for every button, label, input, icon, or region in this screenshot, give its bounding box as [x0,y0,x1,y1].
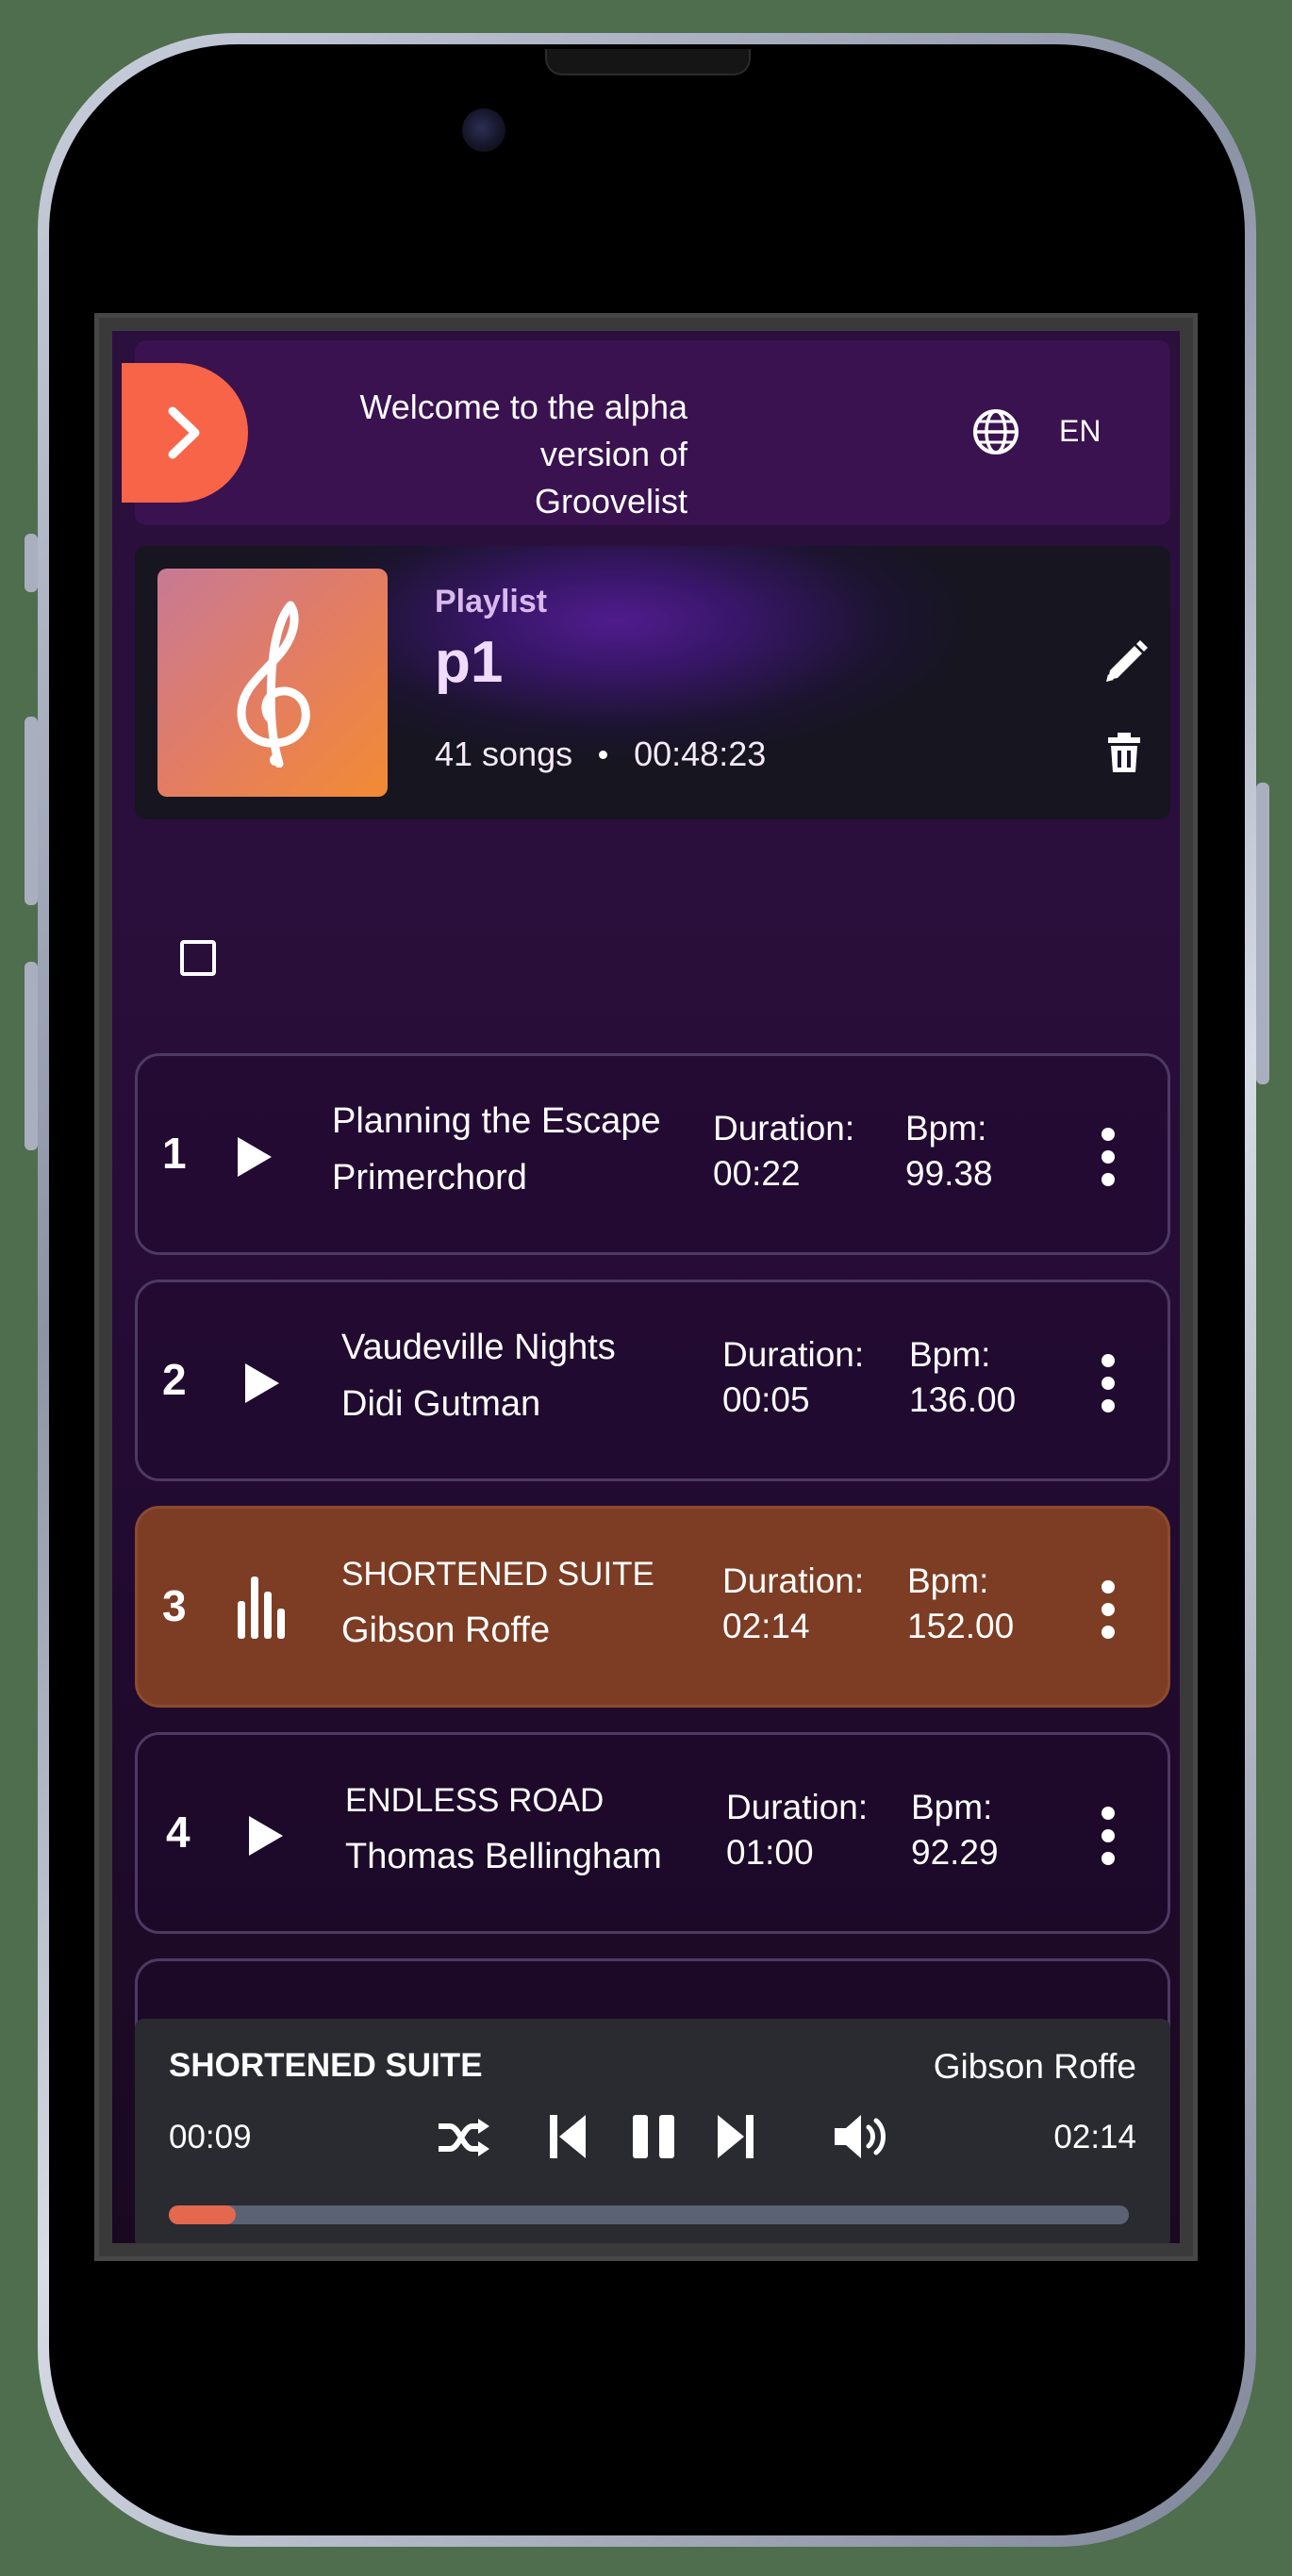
track-title: SHORTENED SUITE [341,1556,654,1593]
screen: Welcome to the alpha version of Grooveli… [94,313,1198,2261]
treble-clef-icon [237,601,310,768]
chevron-right-icon [168,406,200,459]
equalizer-icon [238,1577,285,1639]
more-vert-icon[interactable] [1098,1578,1118,1641]
expand-sidebar-button[interactable] [122,363,248,503]
volume-icon[interactable] [833,2111,893,2162]
shuffle-icon[interactable] [435,2117,491,2158]
bpm-label: Bpm: [907,1561,989,1600]
play-icon[interactable] [232,1133,275,1181]
skip-previous-icon[interactable] [548,2111,588,2162]
track-title: ENDLESS ROAD [345,1782,605,1819]
now-playing-bar: SHORTENED SUITE Gibson Roffe 00:09 02:14 [135,2019,1170,2243]
track-artist: Gibson Roffe [341,1610,551,1650]
duration-label: Duration: [722,1561,865,1600]
playlist-name: p1 [435,630,504,695]
playlist-duration: 00:48:23 [634,735,767,773]
playlist-cover [157,569,388,797]
speaker-slot [545,49,751,75]
track-number: 2 [162,1355,187,1404]
duration-label: Duration: [713,1109,855,1148]
power-button [1256,783,1269,1084]
progress-fill [169,2205,237,2224]
elapsed-time: 00:09 [169,2119,252,2155]
trash-icon[interactable] [1101,729,1148,776]
duration-value: 02:14 [722,1607,810,1645]
front-camera [462,108,505,152]
meta-separator [599,750,608,759]
playlist-meta: 41 songs 00:48:23 [435,735,766,774]
welcome-line-2: Groovelist [534,482,687,520]
play-icon[interactable] [243,1812,287,1859]
now-playing-artist: Gibson Roffe [933,2047,1136,2086]
duration-label: Duration: [722,1335,865,1374]
action-button [25,534,38,592]
playlist-header: Playlist p1 41 songs 00:48:23 [135,546,1170,819]
total-time: 02:14 [1053,2119,1136,2155]
track-row[interactable]: 1 Planning the Escape Primerchord Durati… [135,1053,1170,1255]
language-selector[interactable]: EN [1059,414,1101,449]
bpm-label: Bpm: [909,1335,991,1374]
bpm-label: Bpm: [905,1109,987,1148]
bpm-label: Bpm: [911,1788,993,1826]
app-root: Welcome to the alpha version of Grooveli… [112,331,1180,2243]
welcome-message: Welcome to the alpha version of Grooveli… [276,384,687,525]
track-number: 1 [162,1129,187,1178]
volume-down-button [25,962,38,1150]
track-title: Planning the Escape [332,1101,661,1141]
globe-icon[interactable] [970,406,1021,457]
bpm-value: 136.00 [909,1380,1017,1419]
duration-value: 00:22 [713,1154,801,1193]
track-title: Vaudeville Nights [341,1328,616,1367]
bpm-value: 92.29 [911,1833,999,1872]
more-vert-icon[interactable] [1098,1805,1118,1867]
welcome-banner: Welcome to the alpha version of Grooveli… [122,340,1170,525]
progress-bar[interactable] [169,2205,1129,2224]
song-count: 41 songs [435,735,573,773]
playlist-kicker: Playlist [435,584,548,619]
play-icon[interactable] [240,1360,283,1407]
track-artist: Thomas Bellingham [345,1837,662,1876]
track-row[interactable]: 2 Vaudeville Nights Didi Gutman Duration… [135,1280,1170,1481]
bpm-value: 99.38 [905,1154,993,1193]
select-all-checkbox[interactable] [180,940,216,976]
now-playing-title: SHORTENED SUITE [169,2047,483,2084]
bpm-value: 152.00 [907,1607,1015,1645]
volume-up-button [25,717,38,905]
skip-next-icon[interactable] [716,2111,755,2162]
track-row[interactable]: 4 ENDLESS ROAD Thomas Bellingham Duratio… [135,1732,1170,1934]
duration-value: 00:05 [722,1380,810,1419]
pause-icon[interactable] [629,2111,678,2162]
track-artist: Primerchord [332,1158,527,1197]
track-number: 3 [162,1581,187,1630]
more-vert-icon[interactable] [1098,1352,1118,1414]
track-number: 4 [166,1808,190,1857]
pencil-icon[interactable] [1099,636,1151,689]
welcome-line-1: Welcome to the alpha version of [359,388,687,473]
duration-value: 01:00 [726,1833,814,1872]
track-artist: Didi Gutman [341,1384,541,1424]
track-row-now-playing[interactable]: 3 SHORTENED SUITE Gibson Roffe Duration:… [135,1506,1170,1708]
more-vert-icon[interactable] [1098,1126,1118,1188]
duration-label: Duration: [726,1788,869,1826]
